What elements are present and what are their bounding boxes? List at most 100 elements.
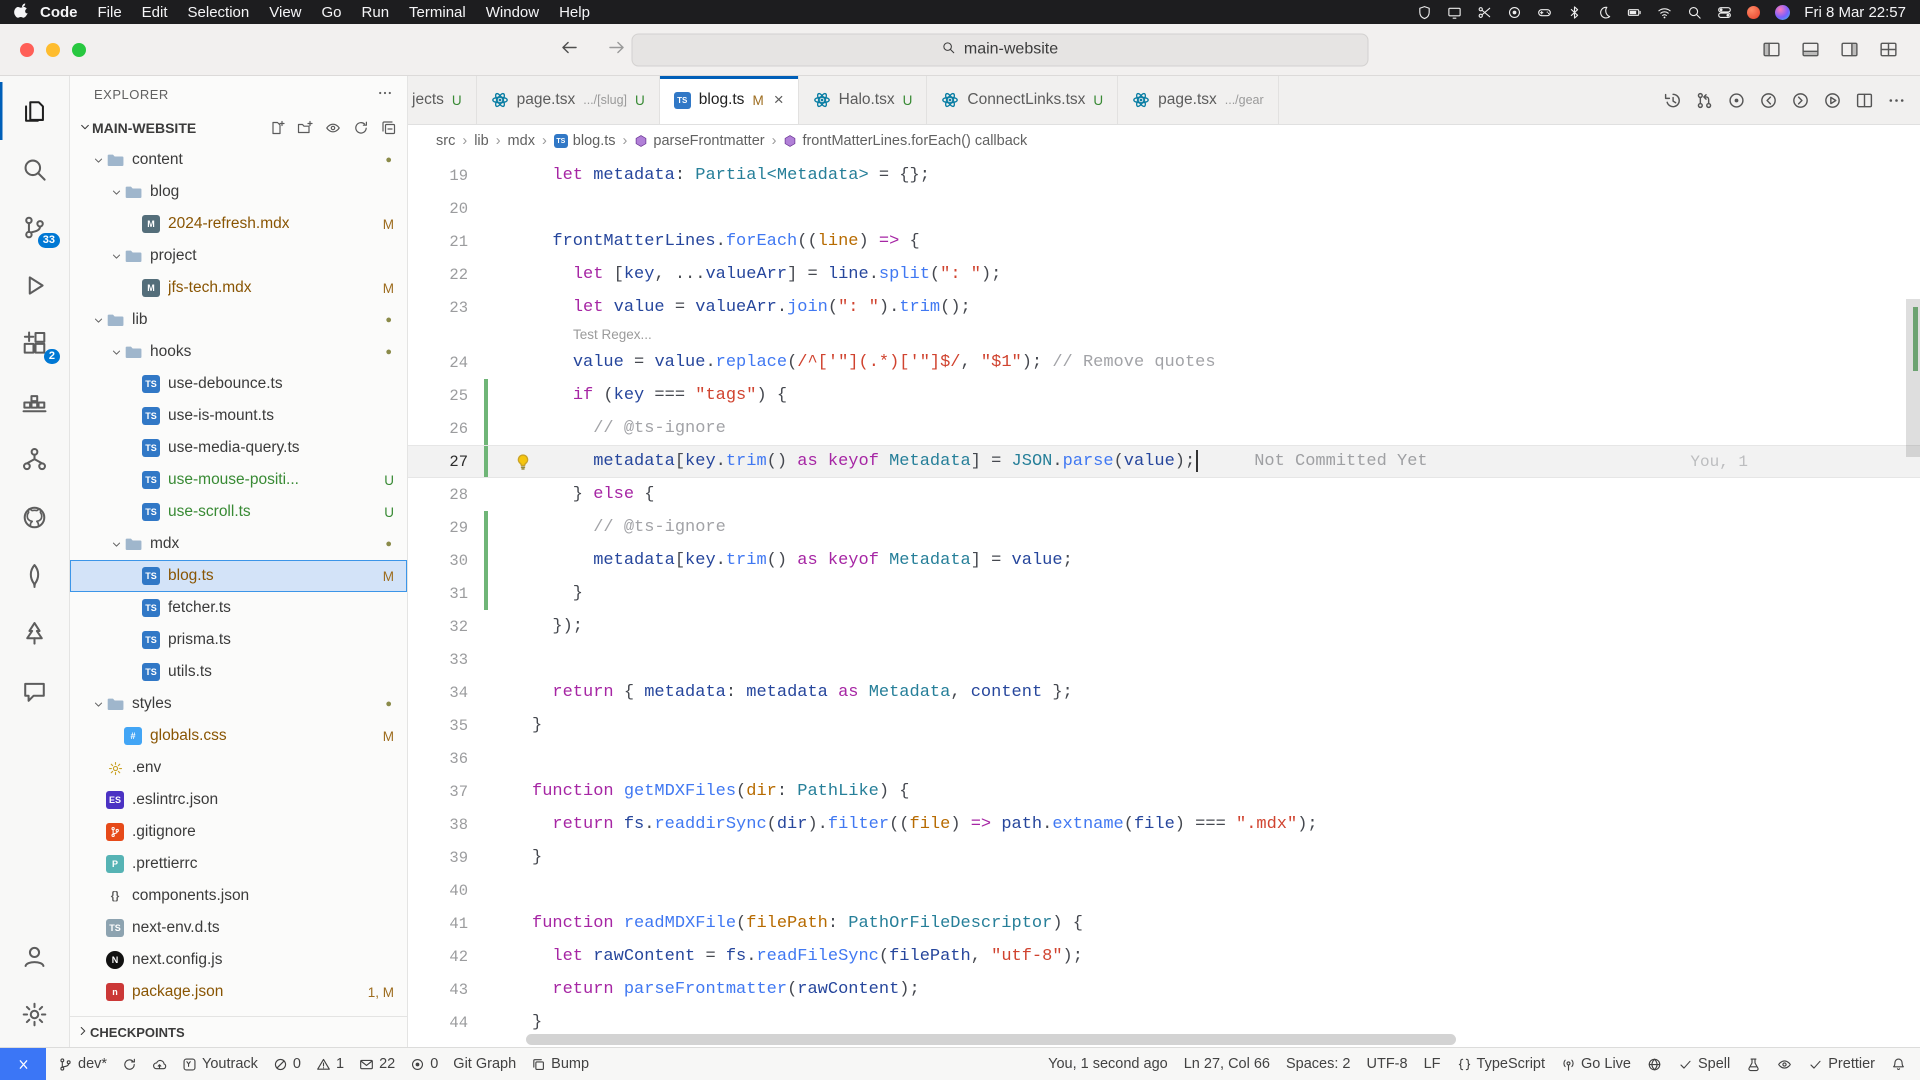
close-icon[interactable]: × [774,90,784,110]
search-icon[interactable] [1687,5,1702,20]
status-item-0[interactable]: 0 [410,1056,438,1072]
status-item-globe[interactable] [1647,1057,1662,1072]
target-circle-icon[interactable] [1727,91,1746,110]
layout-sidebar-left-icon[interactable] [1762,40,1781,59]
code-line-30[interactable]: 30 metadata[key.trim() as keyof Metadata… [408,544,1920,577]
tree-folder-blog[interactable]: blog [70,176,407,208]
vertical-scrollbar[interactable] [1906,299,1920,457]
more-icon[interactable] [1887,91,1906,110]
code-line-41[interactable]: 41 function readMDXFile(filePath: PathOrF… [408,907,1920,940]
tree-file-.prettierrc[interactable]: P .prettierrc [70,848,407,880]
activity-chat[interactable] [0,662,69,720]
tree-file-globals.css[interactable]: # globals.css M [70,720,407,752]
tab-page.tsx[interactable]: page.tsx .../[slug] U [476,76,660,124]
siri-icon[interactable] [1775,4,1791,20]
menu-item-edit[interactable]: Edit [132,4,178,21]
tree-file-utils.ts[interactable]: TS utils.ts [70,656,407,688]
activity-org-chart[interactable] [0,430,69,488]
collapse-all-icon[interactable] [381,120,397,136]
code-line-28[interactable]: 28 } else { [408,478,1920,511]
activity-source-control[interactable]: 33 [0,198,69,256]
status-item-youtrack[interactable]: Youtrack [182,1056,258,1072]
activity-pine[interactable] [0,604,69,662]
close-window-button[interactable] [20,42,34,57]
split-editor-icon[interactable] [1855,91,1874,110]
tree-folder-mdx[interactable]: mdx ● [70,528,407,560]
status-item-lf[interactable]: LF [1424,1056,1441,1072]
tab-jects[interactable]: jects U [408,76,477,124]
moon-icon[interactable] [1597,5,1612,20]
tree-folder-content[interactable]: content ● [70,144,407,176]
layout-panel-icon[interactable] [1801,40,1820,59]
command-center-search[interactable]: main-website [631,33,1369,66]
history-icon[interactable] [1663,91,1682,110]
code-line-25[interactable]: 25 if (key === "tags") { [408,379,1920,412]
status-item-spaces-2[interactable]: Spaces: 2 [1286,1056,1351,1072]
shield-icon[interactable] [1417,5,1432,20]
tree-file-.eslintrc.json[interactable]: ES .eslintrc.json [70,784,407,816]
code-line-19[interactable]: 19 let metadata: Partial<Metadata> = {}; [408,159,1920,192]
menu-item-go[interactable]: Go [312,4,352,21]
code-line-35[interactable]: 35} [408,709,1920,742]
tree-file-jfs-tech.mdx[interactable]: Mjfs-tech.mdx M [70,272,407,304]
activity-gear[interactable] [0,985,69,1043]
activity-github[interactable] [0,488,69,546]
minimize-window-button[interactable] [46,42,60,57]
tree-file-next-env.d.ts[interactable]: TS next-env.d.ts [70,912,407,944]
tree-folder-project[interactable]: project [70,240,407,272]
git-pr-icon[interactable] [1695,91,1714,110]
code-lens-link[interactable]: Test Regex... [408,324,1920,346]
target-icon[interactable] [1507,5,1522,20]
tree-file-use-debounce.ts[interactable]: TS use-debounce.ts [70,368,407,400]
breadcrumb-item[interactable]: lib [474,133,489,149]
scissors-icon[interactable] [1477,5,1492,20]
tree-file-.env[interactable]: .env [70,752,407,784]
checkpoints-section[interactable]: CHECKPOINTS [70,1016,407,1047]
activity-docker[interactable] [0,372,69,430]
tree-file-next.config.js[interactable]: Nnext.config.js [70,944,407,976]
status-item-0[interactable]: 0 [273,1056,301,1072]
code-line-22[interactable]: 22 let [key, ...valueArr] = line.split("… [408,258,1920,291]
more-actions-icon[interactable] [377,85,393,104]
lightbulb-icon[interactable] [514,453,532,471]
code-line-21[interactable]: 21 frontMatterLines.forEach((line) => { [408,225,1920,258]
status-item-git-graph[interactable]: Git Graph [453,1056,516,1072]
menu-item-file[interactable]: File [88,4,132,21]
menu-item-selection[interactable]: Selection [178,4,260,21]
status-item-utf-8[interactable]: UTF-8 [1367,1056,1408,1072]
tree-file-fetcher.ts[interactable]: TS fetcher.ts [70,592,407,624]
code-line-34[interactable]: 34 return { metadata: metadata as Metada… [408,676,1920,709]
code-line-27[interactable]: 27 metadata[key.trim() as keyof Metadata… [408,445,1920,478]
tab-Halo.tsx[interactable]: Halo.tsx U [798,76,928,124]
tree-folder-styles[interactable]: styles ● [70,688,407,720]
remote-indicator[interactable] [0,1048,46,1080]
display-icon[interactable] [1447,5,1462,20]
minimap[interactable] [1772,160,1904,338]
tree-file-use-media-query.ts[interactable]: TS use-media-query.ts [70,432,407,464]
menu-item-terminal[interactable]: Terminal [399,4,476,21]
code-line-42[interactable]: 42 let rawContent = fs.readFileSync(file… [408,940,1920,973]
new-folder-icon[interactable] [297,120,313,136]
tree-file-prisma.ts[interactable]: TS prisma.ts [70,624,407,656]
battery-icon[interactable] [1627,5,1642,20]
tree-file-use-scroll.ts[interactable]: TS use-scroll.ts U [70,496,407,528]
tree-folder-lib[interactable]: lib ● [70,304,407,336]
refresh-icon[interactable] [353,120,369,136]
tree-folder-hooks[interactable]: hooks ● [70,336,407,368]
status-item-typescript[interactable]: TypeScript [1457,1056,1545,1072]
breadcrumb-item[interactable]: TS blog.ts [553,133,616,149]
status-item-bell[interactable] [1891,1057,1906,1072]
layout-sidebar-right-icon[interactable] [1840,40,1859,59]
code-line-24[interactable]: 24 value = value.replace(/^['"](.*)['"]$… [408,346,1920,379]
tree-file-2024-refresh.mdx[interactable]: M 2024-refresh.mdx M [70,208,407,240]
status-item-prettier[interactable]: Prettier [1808,1056,1875,1072]
activity-explorer[interactable] [0,82,69,140]
code-line-37[interactable]: 37 function getMDXFiles(dir: PathLike) { [408,775,1920,808]
code-line-23[interactable]: 23 let value = valueArr.join(": ").trim(… [408,291,1920,324]
new-file-icon[interactable] [269,120,285,136]
status-item-spell[interactable]: Spell [1678,1056,1730,1072]
code-line-36[interactable]: 36 [408,742,1920,775]
status-item-dev-[interactable]: dev* [58,1056,107,1072]
code-line-33[interactable]: 33 [408,643,1920,676]
nav-forward-button[interactable] [607,38,626,62]
